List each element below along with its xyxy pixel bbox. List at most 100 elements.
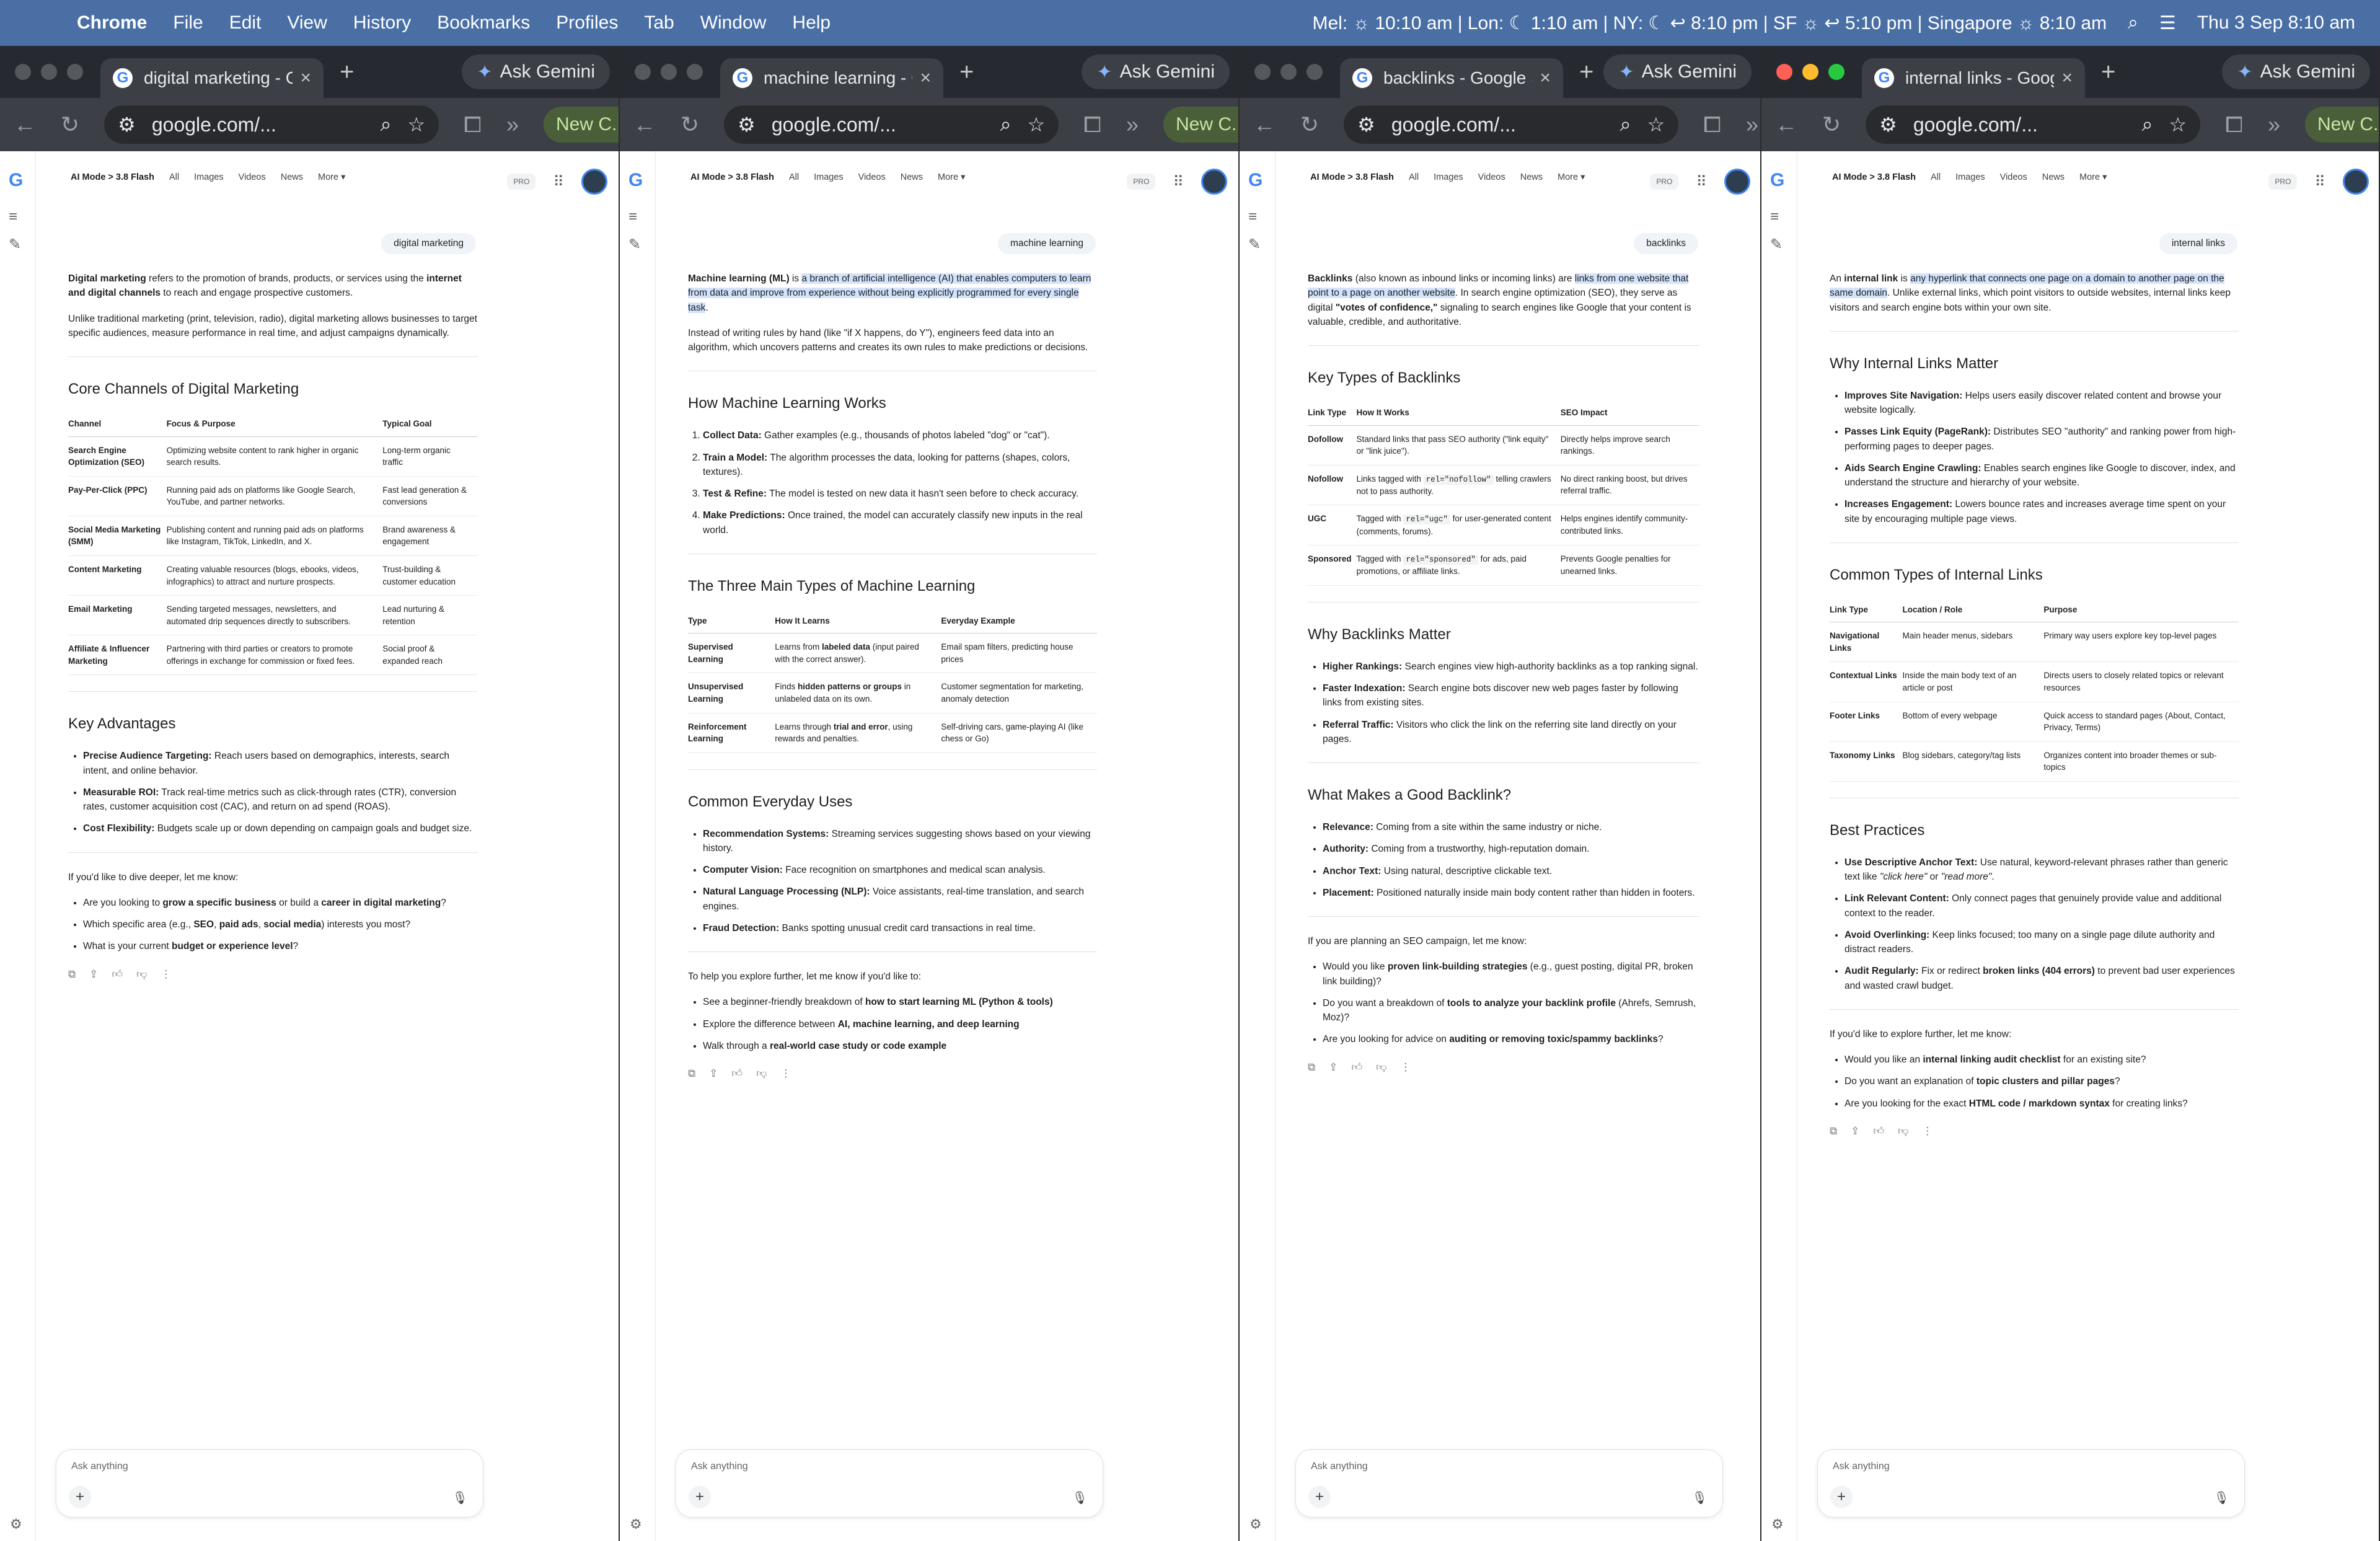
ai-mode-brand[interactable]: AI Mode > 3.8 Flash [1832,172,1916,182]
bookmark-star-icon[interactable]: ☆ [2169,113,2187,136]
menu-profiles[interactable]: Profiles [556,12,618,33]
browser-tab[interactable]: G internal links - Google Se × [1862,58,2085,98]
ask-input[interactable]: Ask anything + 🎙︎ [56,1449,483,1517]
nav-images[interactable]: Images [814,172,844,182]
thumbs-up-icon[interactable]: 👍︎ [112,966,123,982]
attach-plus-button[interactable]: + [1830,1486,1853,1508]
attach-plus-button[interactable]: + [1308,1486,1331,1508]
site-info-icon[interactable]: ⚙ [118,113,136,136]
more-options-icon[interactable]: ⋮ [780,1066,791,1082]
apps-grid-icon[interactable]: ⠿ [2314,173,2325,191]
thumbs-down-icon[interactable]: 👎︎ [136,966,147,982]
back-icon[interactable]: ← [1775,112,1797,138]
new-tab-button[interactable]: + [340,58,354,86]
copy-icon[interactable]: ⧉ [688,1066,695,1082]
avatar[interactable] [2343,169,2369,195]
close-tab-icon[interactable]: × [300,68,311,89]
more-options-icon[interactable]: ⋮ [161,966,171,982]
google-logo-icon[interactable]: G [1770,170,1784,191]
nav-news[interactable]: News [901,172,923,182]
thumbs-down-icon[interactable]: 👎︎ [1376,1059,1386,1075]
thumbs-up-icon[interactable]: 👍︎ [1873,1123,1884,1139]
world-clock-strip[interactable]: Mel: ☼ 10:10 am | Lon: ☾ 1:10 am | NY: ☾… [1312,12,2107,34]
bookmark-star-icon[interactable]: ☆ [1647,113,1665,136]
new-chat-button[interactable]: New C... ⋮ [1163,107,1238,143]
extensions-icon[interactable]: ⧠ [2225,112,2243,138]
new-thread-icon[interactable]: ✎ [1248,236,1261,254]
browser-tab[interactable]: G digital marketing - Google S × [100,58,324,98]
new-thread-icon[interactable]: ✎ [628,236,641,254]
menubar-date-time[interactable]: Thu 3 Sep 8:10 am [2197,12,2355,33]
nav-more[interactable]: More ▾ [938,172,965,182]
close-window-button[interactable] [1776,64,1792,80]
zoom-window-button[interactable] [1307,64,1323,80]
microphone-icon[interactable]: 🎙︎ [1072,1490,1088,1506]
spotlight-search-icon[interactable]: ⌕ [2128,12,2138,33]
settings-gear-icon[interactable]: ⚙ [630,1516,642,1532]
chevron-more-icon[interactable]: » [1126,112,1139,138]
microphone-icon[interactable]: 🎙︎ [452,1490,468,1506]
microphone-icon[interactable]: 🎙︎ [1692,1490,1708,1506]
share-icon[interactable]: ⇪ [709,1066,718,1082]
minimize-window-button[interactable] [1802,64,1818,80]
extensions-icon[interactable]: ⧠ [1083,112,1101,138]
share-icon[interactable]: ⇪ [89,966,98,982]
chevron-more-icon[interactable]: » [2268,112,2280,138]
reload-icon[interactable]: ↻ [681,112,699,138]
new-tab-button[interactable]: + [2101,58,2115,86]
ask-gemini-button[interactable]: ✦ Ask Gemini [2222,55,2370,89]
nav-videos[interactable]: Videos [2000,172,2027,182]
zoom-window-button[interactable] [67,64,83,80]
reload-icon[interactable]: ↻ [61,112,79,138]
new-thread-icon[interactable]: ✎ [9,236,21,254]
menu-icon[interactable]: ≡ [1770,208,1779,226]
menu-help[interactable]: Help [792,12,831,33]
ask-gemini-button[interactable]: ✦ Ask Gemini [1082,55,1230,89]
menu-window[interactable]: Window [700,12,767,33]
nav-images[interactable]: Images [1955,172,1985,182]
ai-mode-brand[interactable]: AI Mode > 3.8 Flash [690,172,774,182]
settings-gear-icon[interactable]: ⚙ [1771,1516,1784,1532]
chevron-more-icon[interactable]: » [1746,112,1758,138]
copy-icon[interactable]: ⧉ [1830,1123,1837,1139]
nav-news[interactable]: News [2042,172,2065,182]
avatar[interactable] [1201,169,1227,195]
reload-icon[interactable]: ↻ [1300,112,1319,138]
share-icon[interactable]: ⇪ [1851,1123,1859,1139]
site-info-icon[interactable]: ⚙ [1357,113,1375,136]
ai-mode-brand[interactable]: AI Mode > 3.8 Flash [71,172,154,182]
copy-icon[interactable]: ⧉ [1308,1059,1315,1075]
menu-history[interactable]: History [353,12,411,33]
close-window-button[interactable] [1254,64,1271,80]
zoom-icon[interactable]: ⌕ [2142,113,2153,136]
settings-gear-icon[interactable]: ⚙ [1250,1516,1262,1532]
menu-bookmarks[interactable]: Bookmarks [437,12,530,33]
more-options-icon[interactable]: ⋮ [1400,1059,1411,1075]
extensions-icon[interactable]: ⧠ [1703,112,1721,138]
google-logo-icon[interactable]: G [628,170,643,191]
address-bar[interactable]: ⚙ google.com/... ⌕ ☆ [724,105,1059,144]
new-thread-icon[interactable]: ✎ [1770,236,1783,254]
nav-more[interactable]: More ▾ [1558,172,1585,182]
google-logo-icon[interactable]: G [9,170,23,191]
apps-grid-icon[interactable]: ⠿ [1696,173,1707,191]
reload-icon[interactable]: ↻ [1822,112,1841,138]
zoom-window-button[interactable] [687,64,703,80]
site-info-icon[interactable]: ⚙ [1879,113,1897,136]
address-bar[interactable]: ⚙ google.com/... ⌕ ☆ [1866,105,2201,144]
nav-videos[interactable]: Videos [239,172,266,182]
apps-grid-icon[interactable]: ⠿ [553,173,564,191]
close-tab-icon[interactable]: × [2061,68,2073,89]
browser-tab[interactable]: G machine learning - Google S × [720,58,943,98]
avatar[interactable] [581,169,607,195]
address-bar[interactable]: ⚙ google.com/... ⌕ ☆ [104,105,439,144]
zoom-icon[interactable]: ⌕ [1000,113,1011,136]
new-tab-button[interactable]: + [959,58,974,86]
close-window-button[interactable] [15,64,31,80]
menu-icon[interactable]: ≡ [1248,208,1257,226]
copy-icon[interactable]: ⧉ [68,966,76,982]
nav-images[interactable]: Images [194,172,224,182]
extensions-icon[interactable]: ⧠ [464,112,482,138]
ask-gemini-button[interactable]: ✦ Ask Gemini [462,55,610,89]
back-icon[interactable]: ← [1253,112,1276,138]
